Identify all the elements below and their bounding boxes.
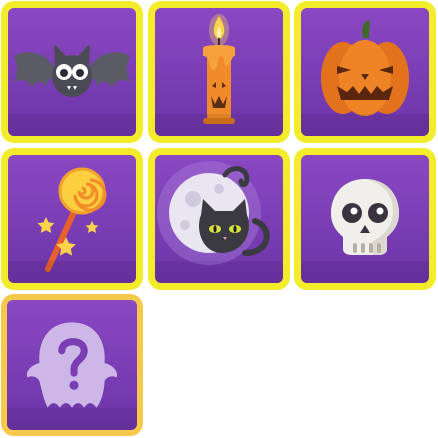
tile-black-cat[interactable] <box>148 148 290 290</box>
candle-icon <box>203 14 235 124</box>
tile-candle-face <box>155 8 283 136</box>
tile-candle[interactable] <box>148 1 290 143</box>
ghost-question-icon <box>26 322 118 408</box>
icon-grid <box>0 0 438 438</box>
skull-icon <box>331 179 399 255</box>
tile-locked-ghost[interactable] <box>1 294 143 436</box>
tile-skull[interactable] <box>294 148 436 290</box>
tile-pumpkin[interactable] <box>294 1 436 143</box>
tile-pumpkin-face <box>301 8 429 136</box>
tile-bat-face <box>8 8 136 136</box>
pumpkin-icon <box>321 20 409 116</box>
tile-bat[interactable] <box>1 1 143 143</box>
tile-black-cat-face <box>155 155 283 283</box>
tile-lollipop-face <box>8 155 136 283</box>
lollipop-icon <box>37 167 107 272</box>
tile-locked-ghost-face <box>7 300 137 430</box>
black-cat-moon-icon <box>157 161 270 265</box>
tile-skull-face <box>301 155 429 283</box>
bat-icon <box>14 44 130 97</box>
tile-lollipop[interactable] <box>1 148 143 290</box>
